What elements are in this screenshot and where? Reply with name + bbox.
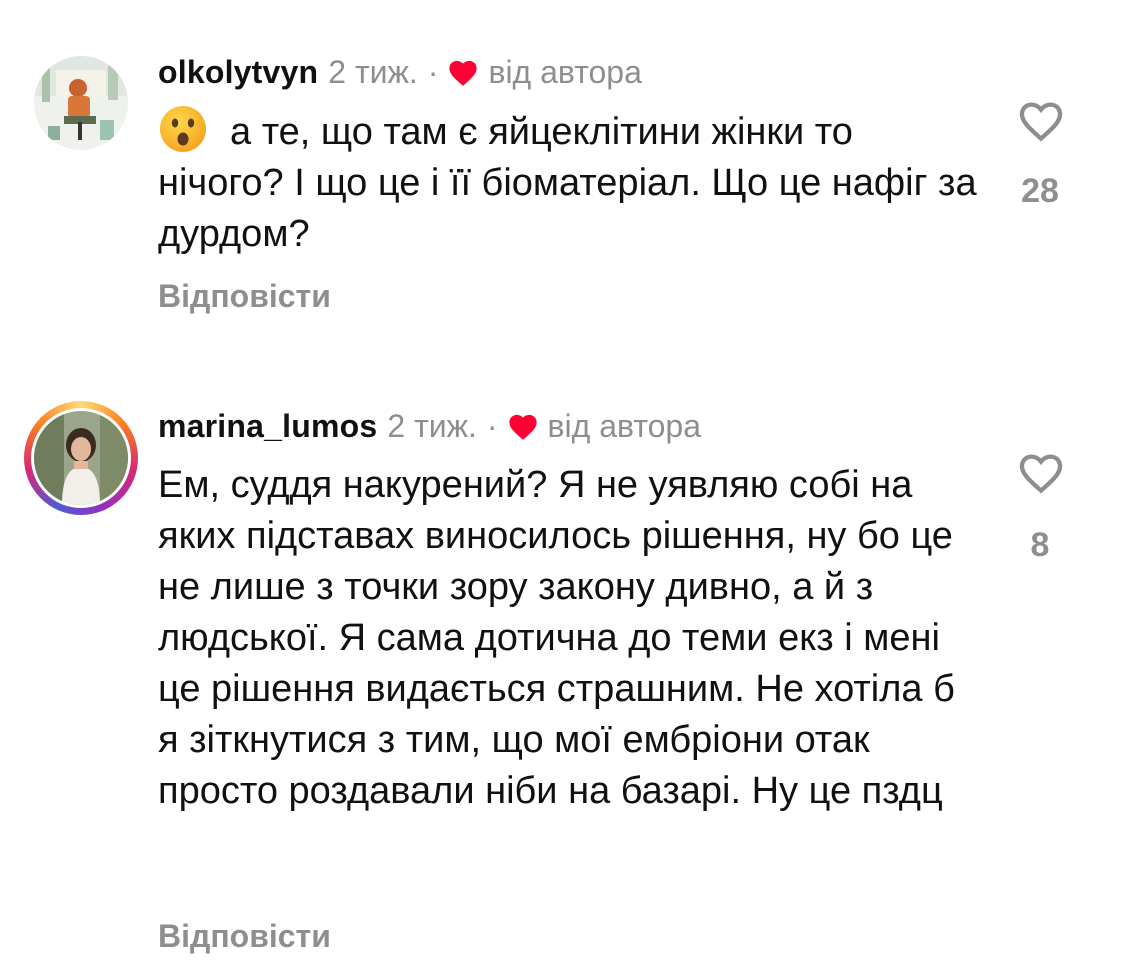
avatar-story-ring[interactable] [24, 401, 138, 515]
hushed-face-emoji [160, 106, 206, 152]
username[interactable]: olkolytvyn [158, 52, 318, 92]
heart-outline-icon[interactable] [1015, 448, 1067, 496]
liked-by-author-label: від автора [488, 54, 642, 90]
avatar[interactable] [24, 46, 138, 160]
comment-meta: olkolytvyn 2 тиж. · від автора [158, 52, 642, 92]
avatar-image [34, 56, 128, 150]
reply-button[interactable]: Відповісти [158, 918, 331, 955]
like-count: 28 [1021, 172, 1059, 210]
heart-filled-icon [449, 60, 478, 86]
username[interactable]: marina_lumos [158, 406, 377, 446]
comment-text: Ем, суддя накурений? Я не уявляю собі на… [158, 460, 968, 817]
separator: · [486, 408, 498, 444]
timestamp[interactable]: 2 тиж. [387, 406, 477, 446]
heart-outline-icon[interactable] [1015, 96, 1067, 144]
liked-by-author-label: від автора [547, 408, 701, 444]
timestamp[interactable]: 2 тиж. [328, 52, 418, 92]
heart-filled-icon [508, 414, 537, 440]
comment-body: Ем, суддя накурений? Я не уявляю собі на… [158, 464, 955, 812]
comment-meta: marina_lumos 2 тиж. · від автора [158, 406, 701, 446]
comment-text: а те, що там є яйцеклітини жінки то нічо… [158, 104, 978, 260]
avatar-image [34, 411, 128, 505]
separator: · [427, 54, 439, 90]
reply-button[interactable]: Відповісти [158, 278, 331, 315]
like-count: 8 [1030, 526, 1050, 564]
comment-body: а те, що там є яйцеклітини жінки то нічо… [158, 111, 977, 255]
